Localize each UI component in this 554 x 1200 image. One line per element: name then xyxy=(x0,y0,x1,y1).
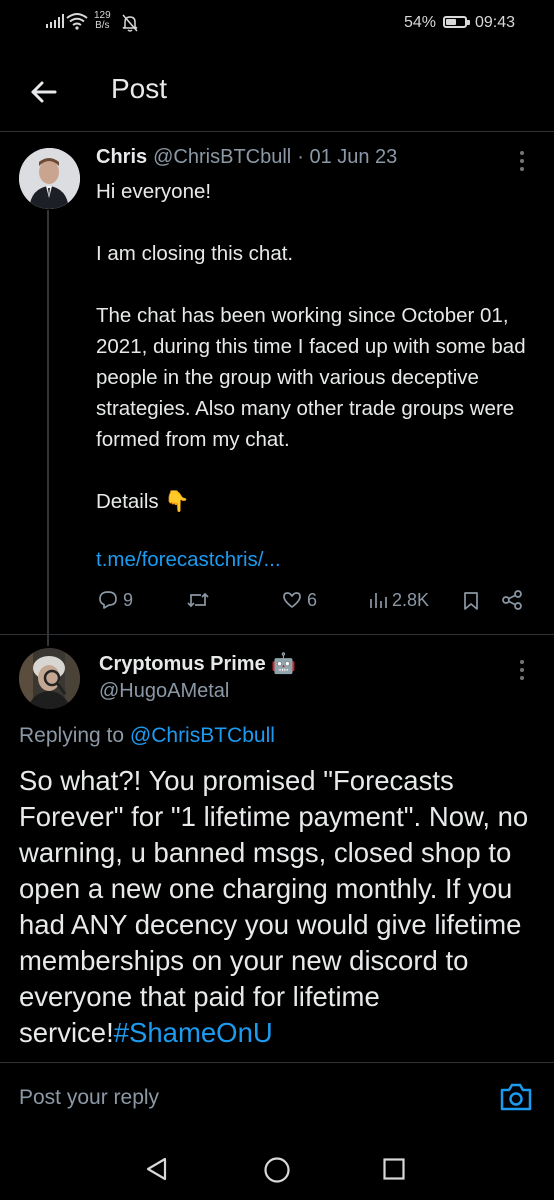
reply-count: 9 xyxy=(123,589,134,610)
like-count: 6 xyxy=(307,589,318,610)
tweet-header: Chris @ChrisBTCbull · 01 Jun 23 xyxy=(96,146,397,169)
back-triangle-icon[interactable] xyxy=(144,1156,170,1182)
view-count: 2.8K xyxy=(392,589,430,610)
network-speed-unit: B/s xyxy=(95,20,110,31)
bookmark-icon[interactable] xyxy=(462,590,480,612)
heart-icon xyxy=(283,592,301,608)
more-vertical-icon[interactable] xyxy=(519,660,525,680)
signal-icon xyxy=(46,14,64,28)
replying-prefix: Replying to xyxy=(19,724,125,747)
retweet-action[interactable] xyxy=(186,589,214,611)
avatar-photo xyxy=(19,148,80,209)
tweet-text: Hi everyone! I am closing this chat. The… xyxy=(96,180,526,513)
share-icon[interactable] xyxy=(500,589,524,611)
retweet-icon xyxy=(187,592,209,608)
system-nav-bar xyxy=(0,1130,554,1200)
reply-text-block: So what?! You promised "Forecasts Foreve… xyxy=(19,763,539,1051)
page-title: Post xyxy=(111,73,168,104)
status-bar: 129 B/s 54% 09:43 xyxy=(0,0,554,48)
author-handle[interactable]: @ChrisBTCbull xyxy=(153,146,291,169)
arrow-left-icon[interactable] xyxy=(28,76,60,108)
recents-square-icon[interactable] xyxy=(382,1157,406,1181)
analytics-icon xyxy=(370,593,387,608)
tweet-date: · 01 Jun 23 xyxy=(297,146,398,168)
thread-line xyxy=(47,210,49,646)
reply-avatar[interactable] xyxy=(19,648,80,709)
author-name[interactable]: Chris xyxy=(96,146,147,169)
wifi-icon xyxy=(66,13,88,30)
more-vertical-icon[interactable] xyxy=(519,151,525,171)
reply-action[interactable]: 9 xyxy=(97,589,133,611)
camera-icon[interactable] xyxy=(499,1082,533,1112)
comment-icon xyxy=(99,591,117,609)
network-speed: 129 B/s xyxy=(94,11,111,31)
reply-hashtag[interactable]: #ShameOnU xyxy=(114,1017,273,1048)
reply-text: So what?! You promised "Forecasts Foreve… xyxy=(19,765,529,1048)
home-circle-icon[interactable] xyxy=(263,1156,291,1184)
battery-percent: 54% xyxy=(404,14,437,31)
clock: 09:43 xyxy=(475,14,516,31)
reply-author-handle[interactable]: @HugoAMetal xyxy=(99,680,229,703)
reply-input[interactable]: Post your reply xyxy=(19,1086,159,1110)
composer-divider xyxy=(0,1062,554,1063)
like-action[interactable]: 6 xyxy=(281,589,317,611)
views-action[interactable]: 2.8K xyxy=(368,589,429,611)
avatar[interactable] xyxy=(19,148,80,209)
battery-icon xyxy=(443,16,470,28)
replying-to-handle[interactable]: @ChrisBTCbull xyxy=(130,724,275,747)
reply-author-name[interactable]: Cryptomus Prime 🤖 xyxy=(99,651,296,676)
tweet-link[interactable]: t.me/forecastchris/... xyxy=(96,548,281,572)
header-divider xyxy=(0,131,554,132)
battery-fill xyxy=(446,19,456,25)
tweet-divider xyxy=(0,634,554,635)
replying-to: Replying to @ChrisBTCbull xyxy=(19,724,275,748)
bell-off-icon xyxy=(122,14,138,32)
reply-avatar-photo xyxy=(19,648,80,709)
